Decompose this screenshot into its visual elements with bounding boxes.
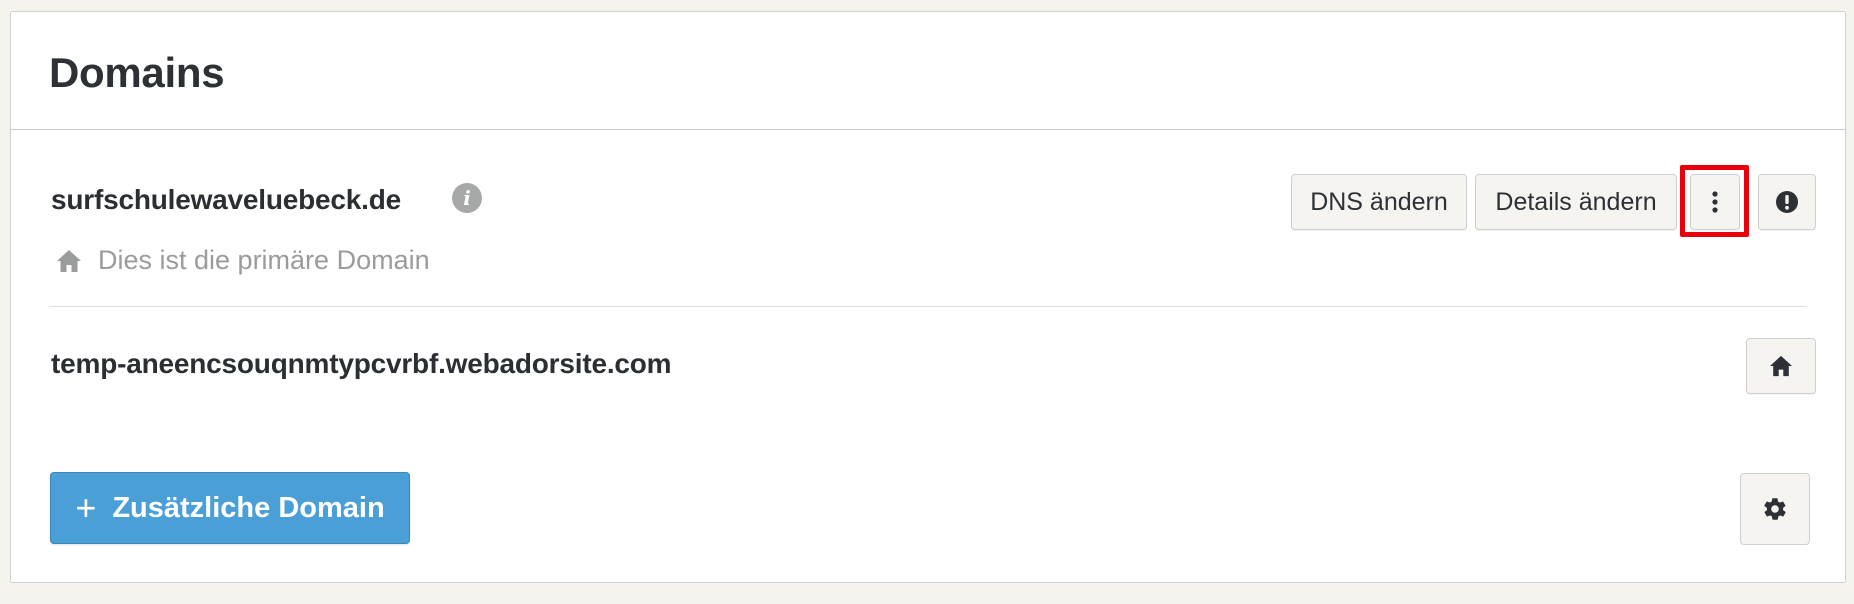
change-details-button[interactable]: Details ändern (1475, 174, 1677, 230)
settings-button[interactable] (1740, 473, 1810, 545)
add-domain-button[interactable]: + Zusätzliche Domain (50, 472, 410, 544)
domain-name: temp-aneencsouqnmtypcvrbf.webadorsite.co… (51, 348, 672, 379)
domain-alert-button[interactable] (1758, 174, 1816, 230)
add-domain-label: Zusätzliche Domain (112, 491, 385, 524)
domain-row-secondary: temp-aneencsouqnmtypcvrbf.webadorsite.co… (50, 308, 1816, 418)
more-vertical-icon (1712, 191, 1718, 213)
more-options-button[interactable] (1690, 174, 1740, 230)
alert-circle-icon (1776, 191, 1798, 213)
home-icon (57, 249, 81, 272)
panel-header: Domains (11, 12, 1845, 130)
info-icon[interactable]: i (452, 183, 482, 213)
primary-domain-note: Dies ist die primäre Domain (56, 245, 430, 276)
domains-panel: Domains surfschulewaveluebeck.de i Dies … (10, 11, 1846, 583)
domain-name: surfschulewaveluebeck.de (51, 184, 402, 215)
set-primary-button[interactable] (1746, 338, 1816, 394)
change-dns-button[interactable]: DNS ändern (1291, 174, 1467, 230)
plus-icon: + (75, 487, 97, 528)
domain-row-primary: surfschulewaveluebeck.de i Dies ist die … (50, 141, 1816, 307)
page-title: Domains (49, 48, 225, 96)
gear-icon (1764, 498, 1786, 520)
primary-domain-label: Dies ist die primäre Domain (98, 245, 430, 275)
home-icon (1770, 355, 1792, 377)
